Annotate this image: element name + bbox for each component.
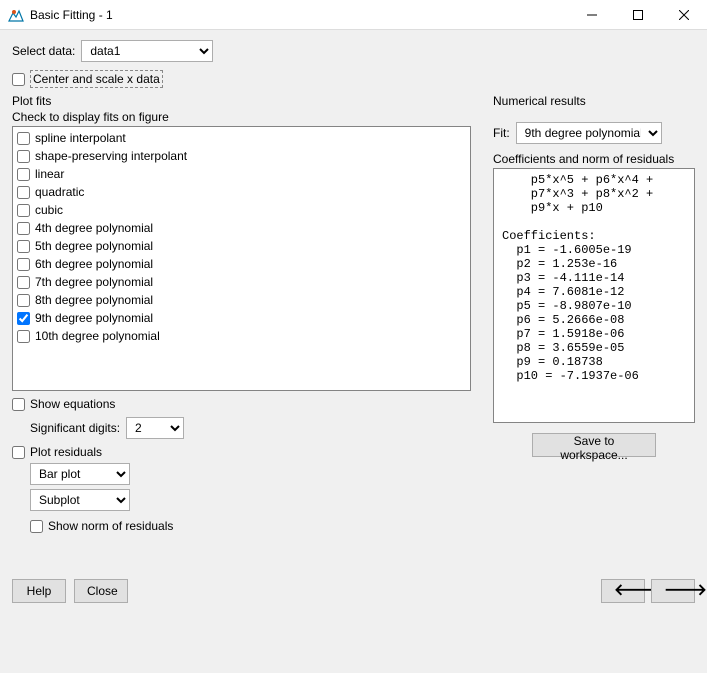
fit-label: 5th degree polynomial: [35, 239, 153, 253]
show-equations-label: Show equations: [30, 397, 115, 411]
prev-button[interactable]: 🡐: [601, 579, 645, 603]
select-data-dropdown[interactable]: data1: [81, 40, 213, 62]
fit-item[interactable]: 7th degree polynomial: [17, 273, 466, 291]
numerical-section-label: Numerical results: [493, 94, 695, 108]
close-button[interactable]: Close: [74, 579, 128, 603]
fit-item[interactable]: 5th degree polynomial: [17, 237, 466, 255]
plot-residuals-checkbox[interactable]: [12, 446, 25, 459]
fit-label: cubic: [35, 203, 63, 217]
minimize-button[interactable]: [569, 0, 615, 30]
check-display-label: Check to display fits on figure: [12, 110, 471, 124]
fit-item[interactable]: 4th degree polynomial: [17, 219, 466, 237]
fit-checkbox[interactable]: [17, 240, 30, 253]
plot-fits-section-label: Plot fits: [12, 94, 471, 108]
coefficients-header: Coefficients and norm of residuals: [493, 152, 695, 166]
fit-label: 10th degree polynomial: [35, 329, 160, 343]
fit-checkbox[interactable]: [17, 186, 30, 199]
window-title: Basic Fitting - 1: [30, 8, 569, 22]
sig-digits-label: Significant digits:: [30, 421, 120, 435]
fit-checkbox[interactable]: [17, 168, 30, 181]
fit-checkbox[interactable]: [17, 222, 30, 235]
fit-label: linear: [35, 167, 64, 181]
fit-label: spline interpolant: [35, 131, 126, 145]
fit-checkbox[interactable]: [17, 204, 30, 217]
fit-checkbox[interactable]: [17, 150, 30, 163]
show-equations-checkbox[interactable]: [12, 398, 25, 411]
fit-checkbox[interactable]: [17, 258, 30, 271]
fit-item[interactable]: linear: [17, 165, 466, 183]
fit-label: shape-preserving interpolant: [35, 149, 187, 163]
close-window-button[interactable]: [661, 0, 707, 30]
residual-location-dropdown[interactable]: Subplot: [30, 489, 130, 511]
fit-label: 7th degree polynomial: [35, 275, 153, 289]
fit-label: quadratic: [35, 185, 84, 199]
fit-item[interactable]: cubic: [17, 201, 466, 219]
center-scale-checkbox[interactable]: [12, 73, 25, 86]
app-icon: [8, 7, 24, 23]
fit-checkbox[interactable]: [17, 276, 30, 289]
fit-item[interactable]: 9th degree polynomial: [17, 309, 466, 327]
results-textbox[interactable]: p5*x^5 + p6*x^4 + p7*x^3 + p8*x^2 + p9*x…: [493, 168, 695, 423]
next-button[interactable]: 🡒: [651, 579, 695, 603]
sig-digits-dropdown[interactable]: 2: [126, 417, 184, 439]
titlebar: Basic Fitting - 1: [0, 0, 707, 30]
center-scale-label: Center and scale x data: [30, 70, 163, 88]
fit-checkbox[interactable]: [17, 312, 30, 325]
fit-item[interactable]: 10th degree polynomial: [17, 327, 466, 345]
fit-dropdown[interactable]: 9th degree polynomial: [516, 122, 662, 144]
fit-item[interactable]: 6th degree polynomial: [17, 255, 466, 273]
show-norm-label: Show norm of residuals: [48, 519, 173, 533]
fit-checkbox[interactable]: [17, 330, 30, 343]
plot-residuals-label: Plot residuals: [30, 445, 102, 459]
fit-checkbox[interactable]: [17, 294, 30, 307]
residual-type-dropdown[interactable]: Bar plot: [30, 463, 130, 485]
fits-listbox[interactable]: spline interpolant shape-preserving inter…: [12, 126, 471, 391]
help-button[interactable]: Help: [12, 579, 66, 603]
fit-label: 8th degree polynomial: [35, 293, 153, 307]
fit-checkbox[interactable]: [17, 132, 30, 145]
fit-item[interactable]: 8th degree polynomial: [17, 291, 466, 309]
fit-item[interactable]: quadratic: [17, 183, 466, 201]
fit-label: 6th degree polynomial: [35, 257, 153, 271]
save-workspace-button[interactable]: Save to workspace...: [532, 433, 656, 457]
select-data-label: Select data:: [12, 44, 75, 58]
maximize-button[interactable]: [615, 0, 661, 30]
fit-label: Fit:: [493, 126, 510, 140]
fit-item[interactable]: spline interpolant: [17, 129, 466, 147]
window-controls: [569, 0, 707, 30]
fit-item[interactable]: shape-preserving interpolant: [17, 147, 466, 165]
fit-label: 4th degree polynomial: [35, 221, 153, 235]
fit-label: 9th degree polynomial: [35, 311, 153, 325]
show-norm-checkbox[interactable]: [30, 520, 43, 533]
